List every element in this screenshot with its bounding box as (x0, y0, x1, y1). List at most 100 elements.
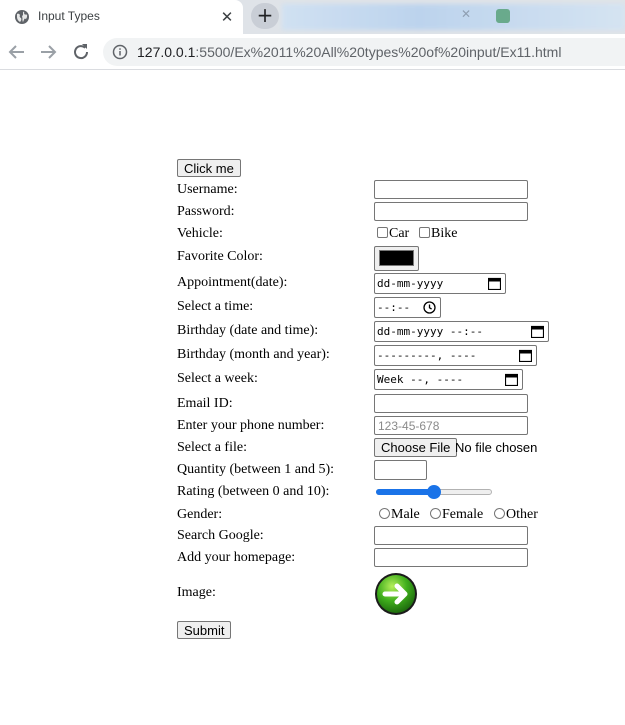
calendar-icon[interactable] (488, 277, 501, 290)
active-tab[interactable]: Input Types ✕ (0, 0, 243, 34)
quantity-stepper[interactable] (374, 460, 427, 480)
gender-row: Gender: Male Female Other (177, 505, 577, 525)
birthday-datetime-input[interactable]: dd-mm-yyyy --:-- (374, 321, 549, 342)
background-tab-close-icon[interactable]: ✕ (461, 7, 471, 21)
favorite-color-row: Favorite Color: (177, 246, 577, 271)
slider-fill (376, 489, 434, 495)
color-swatch (379, 250, 414, 266)
birthday-datetime-placeholder: dd-mm-yyyy --:-- (377, 325, 483, 338)
new-tab-button[interactable]: + (251, 3, 279, 29)
username-label: Username: (177, 182, 238, 197)
url-path: :5500/Ex%2011%20All%20types%20of%20input… (195, 44, 562, 60)
password-row: Password: (177, 202, 577, 222)
password-label: Password: (177, 204, 235, 219)
username-row: Username: (177, 180, 577, 200)
male-radio[interactable] (379, 508, 390, 519)
time-label: Select a time: (177, 299, 254, 314)
phone-row: Enter your phone number: 123-45-678 (177, 416, 577, 436)
green-arrow-right-icon[interactable] (374, 572, 418, 616)
url-text: 127.0.0.1:5500/Ex%2011%20All%20types%20o… (137, 44, 561, 60)
gender-option-female[interactable]: Female (430, 507, 483, 523)
quantity-row: Quantity (between 1 and 5): (177, 460, 577, 480)
other-radio[interactable] (494, 508, 505, 519)
birthday-month-placeholder: ---------, ---- (377, 349, 477, 362)
appointment-row: Appointment(date): dd-mm-yyyy (177, 273, 577, 294)
slider-thumb[interactable] (427, 485, 441, 499)
search-input[interactable] (374, 526, 528, 545)
browser-toolbar: 127.0.0.1:5500/Ex%2011%20All%20types%20o… (0, 34, 625, 70)
close-tab-icon[interactable]: ✕ (218, 8, 236, 26)
phone-input[interactable]: 123-45-678 (374, 416, 528, 435)
birthday-month-label: Birthday (month and year): (177, 347, 330, 362)
appointment-date-input[interactable]: dd-mm-yyyy (374, 273, 506, 294)
time-placeholder: --:-- (377, 301, 411, 314)
file-row: Select a file: Choose File No file chose… (177, 438, 577, 458)
birthday-month-input[interactable]: ---------, ---- (374, 345, 537, 366)
birthday-datetime-row: Birthday (date and time): dd-mm-yyyy --:… (177, 321, 577, 342)
homepage-label: Add your homepage: (177, 550, 296, 565)
bike-checkbox[interactable] (419, 227, 430, 238)
email-row: Email ID: (177, 394, 577, 414)
time-input[interactable]: --:-- (374, 297, 441, 318)
browser-chrome: Input Types ✕ + ✕ 127.0.0.1:5500/Ex%2011… (0, 0, 625, 70)
background-tabs[interactable] (282, 4, 625, 30)
search-label: Search Google: (177, 528, 264, 543)
globe-icon (15, 10, 29, 24)
vehicle-option-bike[interactable]: Bike (419, 226, 457, 242)
rating-slider[interactable] (376, 482, 492, 502)
file-status: No file chosen (455, 440, 538, 455)
email-input[interactable] (374, 394, 528, 413)
appointment-placeholder: dd-mm-yyyy (377, 277, 444, 290)
week-row: Select a week: Week --, ---- (177, 369, 577, 390)
address-bar[interactable]: 127.0.0.1:5500/Ex%2011%20All%20types%20o… (103, 38, 625, 66)
password-input[interactable] (374, 202, 528, 221)
birthday-datetime-label: Birthday (date and time): (177, 323, 319, 338)
info-icon[interactable] (112, 44, 128, 60)
homepage-row: Add your homepage: (177, 548, 577, 568)
calendar-icon[interactable] (519, 349, 532, 362)
rating-row: Rating (between 0 and 10): (177, 482, 577, 502)
image-row: Image: (177, 572, 577, 616)
car-label: Car (389, 226, 410, 241)
female-radio[interactable] (430, 508, 441, 519)
car-checkbox[interactable] (377, 227, 388, 238)
file-label: Select a file: (177, 440, 247, 455)
week-input[interactable]: Week --, ---- (374, 369, 523, 390)
male-label: Male (391, 507, 420, 522)
vehicle-option-car[interactable]: Car (377, 226, 409, 242)
time-row: Select a time: --:-- (177, 297, 577, 318)
vehicle-row: Vehicle: Car Bike (177, 224, 577, 244)
female-label: Female (442, 507, 484, 522)
image-label: Image: (177, 585, 216, 600)
url-host: 127.0.0.1 (137, 44, 196, 60)
choose-file-button[interactable]: Choose File (374, 438, 458, 457)
week-placeholder: Week --, ---- (377, 373, 464, 386)
username-input[interactable] (374, 180, 528, 199)
birthday-month-row: Birthday (month and year): ---------, --… (177, 345, 577, 366)
forward-arrow-icon[interactable] (36, 40, 60, 64)
tab-strip: Input Types ✕ + ✕ (0, 0, 625, 34)
phone-label: Enter your phone number: (177, 418, 325, 433)
homepage-input[interactable] (374, 548, 528, 567)
appointment-label: Appointment(date): (177, 275, 288, 290)
clock-icon[interactable] (423, 301, 436, 314)
reload-icon[interactable] (69, 40, 93, 64)
back-arrow-icon[interactable] (5, 40, 29, 64)
week-label: Select a week: (177, 371, 258, 386)
color-picker[interactable] (374, 246, 419, 271)
email-label: Email ID: (177, 396, 233, 411)
gender-option-male[interactable]: Male (379, 507, 420, 523)
calendar-icon[interactable] (531, 325, 544, 338)
calendar-icon[interactable] (505, 373, 518, 386)
submit-button[interactable]: Submit (177, 621, 232, 639)
vehicle-label: Vehicle: (177, 226, 223, 241)
tab-title: Input Types (38, 9, 100, 23)
background-tab-favicon (496, 9, 510, 23)
gender-label: Gender: (177, 507, 223, 522)
rating-label: Rating (between 0 and 10): (177, 484, 330, 499)
search-row: Search Google: (177, 526, 577, 546)
other-label: Other (506, 507, 538, 522)
gender-option-other[interactable]: Other (494, 507, 538, 523)
click-me-button[interactable]: Click me (177, 159, 241, 177)
quantity-label: Quantity (between 1 and 5): (177, 462, 335, 477)
